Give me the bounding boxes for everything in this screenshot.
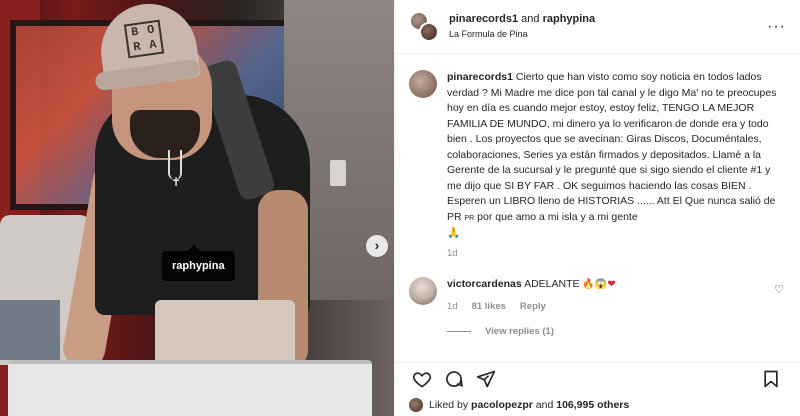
light-switch — [330, 160, 346, 186]
chevron-right-icon[interactable]: › — [366, 235, 388, 257]
likes-and: and — [535, 399, 554, 411]
post-photo[interactable]: B O R A ✝ raphypina › — [0, 0, 394, 416]
comments-area: pinarecords1 Cierto que han visto como s… — [395, 54, 800, 354]
comment-text: victorcardenas ADELANTE 🔥😱❤ — [447, 277, 772, 292]
cap-logo-letter: A — [148, 37, 158, 53]
avatar[interactable] — [419, 21, 439, 42]
comment-author[interactable]: victorcardenas — [447, 278, 522, 290]
collab-avatars[interactable] — [409, 10, 439, 43]
comment-emojis: 🔥😱 — [582, 278, 608, 290]
bookmark-icon[interactable] — [756, 367, 786, 391]
likes-count[interactable]: 106,995 others — [556, 399, 629, 411]
comment-icon[interactable] — [439, 367, 469, 391]
avatar[interactable] — [409, 70, 437, 98]
view-replies-button[interactable]: View replies (1) — [447, 326, 786, 337]
caption: pinarecords1 Cierto que han visto como s… — [409, 70, 786, 242]
caption-text: pinarecords1 Cierto que han visto como s… — [447, 70, 786, 242]
post-header: pinarecords1 and raphypina La Formula de… — [395, 0, 800, 54]
heart-icon[interactable] — [407, 367, 437, 391]
more-horizontal-icon[interactable]: ··· — [766, 18, 786, 36]
computer-monitor — [8, 360, 372, 416]
caption-body: Cierto que han visto como soy noticia en… — [447, 71, 777, 223]
caption-end: por que amo a mi isla y a mi gente — [474, 210, 638, 223]
cap-logo: B O R A — [123, 19, 165, 59]
audio-subtitle[interactable]: La Formula de Pina — [449, 27, 766, 42]
reply-button[interactable]: Reply — [520, 301, 546, 312]
likes-summary: Liked by pacolopezpr and 106,995 others — [409, 398, 629, 412]
avatar[interactable] — [409, 398, 423, 412]
avatar[interactable] — [409, 276, 437, 305]
conjunction: and — [521, 12, 540, 25]
header-usernames: pinarecords1 and raphypina — [449, 12, 766, 27]
view-replies-label: View replies (1) — [485, 325, 554, 337]
caption-timestamp[interactable]: 1d — [447, 248, 786, 259]
heart-outline-icon[interactable]: ♡ — [772, 283, 786, 312]
username-link[interactable]: raphypina — [543, 13, 596, 25]
likes-user[interactable]: pacolopezpr — [471, 399, 533, 411]
action-bar — [395, 362, 800, 394]
user-tag[interactable]: raphypina — [162, 245, 235, 281]
send-icon[interactable] — [471, 367, 501, 391]
chair-seat — [0, 300, 60, 360]
comment-meta: 1d 81 likes Reply — [447, 301, 772, 312]
comment-heart: ❤ — [607, 278, 616, 290]
comment-body: victorcardenas ADELANTE 🔥😱❤ 1d 81 likes … — [447, 277, 772, 312]
username-link[interactable]: pinarecords1 — [449, 13, 518, 25]
comment-likes[interactable]: 81 likes — [472, 301, 506, 312]
comment-message: ADELANTE — [524, 277, 580, 290]
post-side-panel: pinarecords1 and raphypina La Formula de… — [394, 0, 800, 416]
header-text: pinarecords1 and raphypina La Formula de… — [449, 12, 766, 42]
instagram-post: B O R A ✝ raphypina › pinarecords1 and r… — [0, 0, 800, 416]
cross-pendant-icon: ✝ — [171, 175, 182, 189]
comment: victorcardenas ADELANTE 🔥😱❤ 1d 81 likes … — [409, 276, 786, 312]
comment-timestamp[interactable]: 1d — [447, 301, 458, 312]
caption-emoji: 🙏 — [447, 227, 461, 239]
person-beard — [130, 110, 200, 158]
caption-pr: PR — [464, 214, 475, 222]
caption-author[interactable]: pinarecords1 — [447, 71, 513, 83]
likes-prefix: Liked by — [429, 399, 469, 411]
replies-line — [447, 330, 471, 332]
